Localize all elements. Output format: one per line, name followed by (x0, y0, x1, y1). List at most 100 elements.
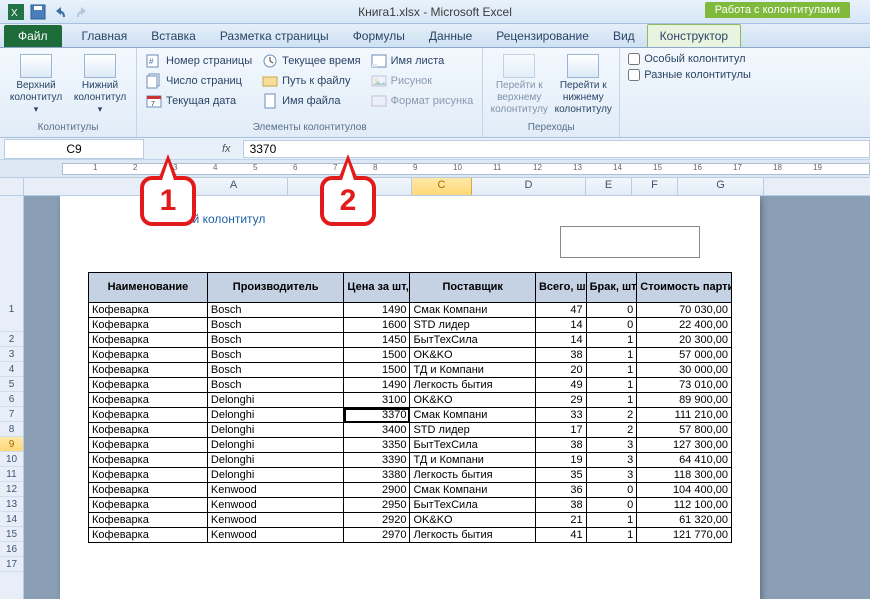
table-cell[interactable]: 14 (535, 318, 586, 333)
table-cell[interactable]: ТД и Компани (410, 363, 536, 378)
sheet-name-cmd[interactable]: Имя листа (368, 52, 477, 70)
table-cell[interactable]: 0 (586, 483, 637, 498)
column-header[interactable]: C (412, 178, 472, 195)
table-cell[interactable]: БытТехСила (410, 438, 536, 453)
table-cell[interactable]: 3 (586, 468, 637, 483)
column-header[interactable]: A (180, 178, 288, 195)
table-cell[interactable]: 20 (535, 363, 586, 378)
table-cell[interactable]: 111 210,00 (637, 408, 732, 423)
table-header-cell[interactable]: Производитель (207, 273, 344, 303)
column-header[interactable]: G (678, 178, 764, 195)
table-row[interactable]: КофеваркаDelonghi3380Легкость бытия35311… (89, 468, 732, 483)
table-cell[interactable]: 22 400,00 (637, 318, 732, 333)
table-cell[interactable]: Delonghi (207, 393, 344, 408)
table-cell[interactable]: Delonghi (207, 423, 344, 438)
table-cell[interactable]: 3390 (344, 453, 410, 468)
table-cell[interactable]: 19 (535, 453, 586, 468)
table-cell[interactable]: 29 (535, 393, 586, 408)
table-cell[interactable]: Кофеварка (89, 393, 208, 408)
header-edit-box[interactable] (560, 226, 700, 258)
table-cell[interactable]: 2 (586, 423, 637, 438)
column-header[interactable]: F (632, 178, 678, 195)
current-time-cmd[interactable]: Текущее время (259, 52, 363, 70)
table-cell[interactable]: Легкость бытия (410, 468, 536, 483)
table-row[interactable]: КофеваркаBosch1450БытТехСила14120 300,00 (89, 333, 732, 348)
table-cell[interactable]: Kenwood (207, 528, 344, 543)
column-header[interactable]: E (586, 178, 632, 195)
table-cell[interactable]: Смак Компани (410, 408, 536, 423)
redo-icon[interactable] (74, 4, 90, 20)
table-cell[interactable]: Кофеварка (89, 318, 208, 333)
table-cell[interactable]: 20 300,00 (637, 333, 732, 348)
row-header[interactable]: 8 (0, 422, 23, 437)
table-cell[interactable]: 1490 (344, 378, 410, 393)
table-cell[interactable]: Кофеварка (89, 333, 208, 348)
table-cell[interactable]: БытТехСила (410, 498, 536, 513)
goto-footer-btn[interactable]: Перейти к нижнему колонтитулу (553, 52, 613, 120)
table-cell[interactable]: 1 (586, 363, 637, 378)
table-cell[interactable]: 3350 (344, 438, 410, 453)
table-cell[interactable]: 3370 (344, 408, 410, 423)
table-cell[interactable]: Кофеварка (89, 468, 208, 483)
table-cell[interactable]: 1500 (344, 348, 410, 363)
table-cell[interactable]: 1 (586, 513, 637, 528)
table-row[interactable]: КофеваркаDelonghi3370Смак Компани332111 … (89, 408, 732, 423)
table-cell[interactable]: 2920 (344, 513, 410, 528)
table-cell[interactable]: Кофеварка (89, 363, 208, 378)
table-cell[interactable]: Kenwood (207, 498, 344, 513)
table-cell[interactable]: Кофеварка (89, 303, 208, 318)
table-cell[interactable]: Кофеварка (89, 453, 208, 468)
row-header[interactable]: 13 (0, 497, 23, 512)
table-row[interactable]: КофеваркаDelonghi3390ТД и Компани19364 4… (89, 453, 732, 468)
table-cell[interactable]: 1 (586, 393, 637, 408)
table-cell[interactable]: ТД и Компани (410, 453, 536, 468)
table-cell[interactable]: 127 300,00 (637, 438, 732, 453)
row-header[interactable]: 6 (0, 392, 23, 407)
table-cell[interactable]: Delonghi (207, 468, 344, 483)
table-header-cell[interactable]: Наименование (89, 273, 208, 303)
table-row[interactable]: КофеваркаKenwood2900Смак Компани360104 4… (89, 483, 732, 498)
table-row[interactable]: КофеваркаKenwood2920OK&KO21161 320,00 (89, 513, 732, 528)
table-cell[interactable]: Легкость бытия (410, 528, 536, 543)
tab-view[interactable]: Вид (601, 25, 647, 47)
table-cell[interactable]: 61 320,00 (637, 513, 732, 528)
table-cell[interactable]: 17 (535, 423, 586, 438)
current-date-cmd[interactable]: 7Текущая дата (143, 92, 255, 110)
table-cell[interactable]: 21 (535, 513, 586, 528)
table-cell[interactable]: 41 (535, 528, 586, 543)
table-cell[interactable]: БытТехСила (410, 333, 536, 348)
table-row[interactable]: КофеваркаDelonghi3350БытТехСила383127 30… (89, 438, 732, 453)
table-cell[interactable]: Kenwood (207, 483, 344, 498)
table-cell[interactable]: 118 300,00 (637, 468, 732, 483)
row-header[interactable]: 3 (0, 347, 23, 362)
row-header[interactable]: 14 (0, 512, 23, 527)
table-cell[interactable]: Кофеварка (89, 408, 208, 423)
table-cell[interactable]: 2950 (344, 498, 410, 513)
table-cell[interactable]: 1 (586, 348, 637, 363)
table-header-cell[interactable]: Цена за шт, (344, 273, 410, 303)
table-cell[interactable]: 1 (586, 333, 637, 348)
table-cell[interactable]: 0 (586, 318, 637, 333)
table-cell[interactable]: 104 400,00 (637, 483, 732, 498)
row-header[interactable]: 10 (0, 452, 23, 467)
table-cell[interactable]: Кофеварка (89, 438, 208, 453)
table-cell[interactable]: 1500 (344, 363, 410, 378)
table-cell[interactable]: 112 100,00 (637, 498, 732, 513)
table-cell[interactable]: Кофеварка (89, 348, 208, 363)
table-cell[interactable]: Bosch (207, 378, 344, 393)
table-row[interactable]: КофеваркаBosch1600STD лидер14022 400,00 (89, 318, 732, 333)
row-header[interactable]: 1 (0, 302, 23, 332)
table-cell[interactable]: Смак Компани (410, 303, 536, 318)
table-row[interactable]: КофеваркаKenwood2970Легкость бытия411121… (89, 528, 732, 543)
table-row[interactable]: КофеваркаDelonghi3400STD лидер17257 800,… (89, 423, 732, 438)
table-cell[interactable]: Кофеварка (89, 528, 208, 543)
table-row[interactable]: КофеваркаBosch1500ТД и Компани20130 000,… (89, 363, 732, 378)
table-cell[interactable]: 1 (586, 378, 637, 393)
picture-cmd[interactable]: Рисунок (368, 72, 477, 90)
table-header-cell[interactable]: Брак, шт (586, 273, 637, 303)
table-cell[interactable]: OK&KO (410, 513, 536, 528)
tab-insert[interactable]: Вставка (139, 25, 208, 47)
table-cell[interactable]: Bosch (207, 303, 344, 318)
save-icon[interactable] (30, 4, 46, 20)
table-cell[interactable]: Кофеварка (89, 378, 208, 393)
